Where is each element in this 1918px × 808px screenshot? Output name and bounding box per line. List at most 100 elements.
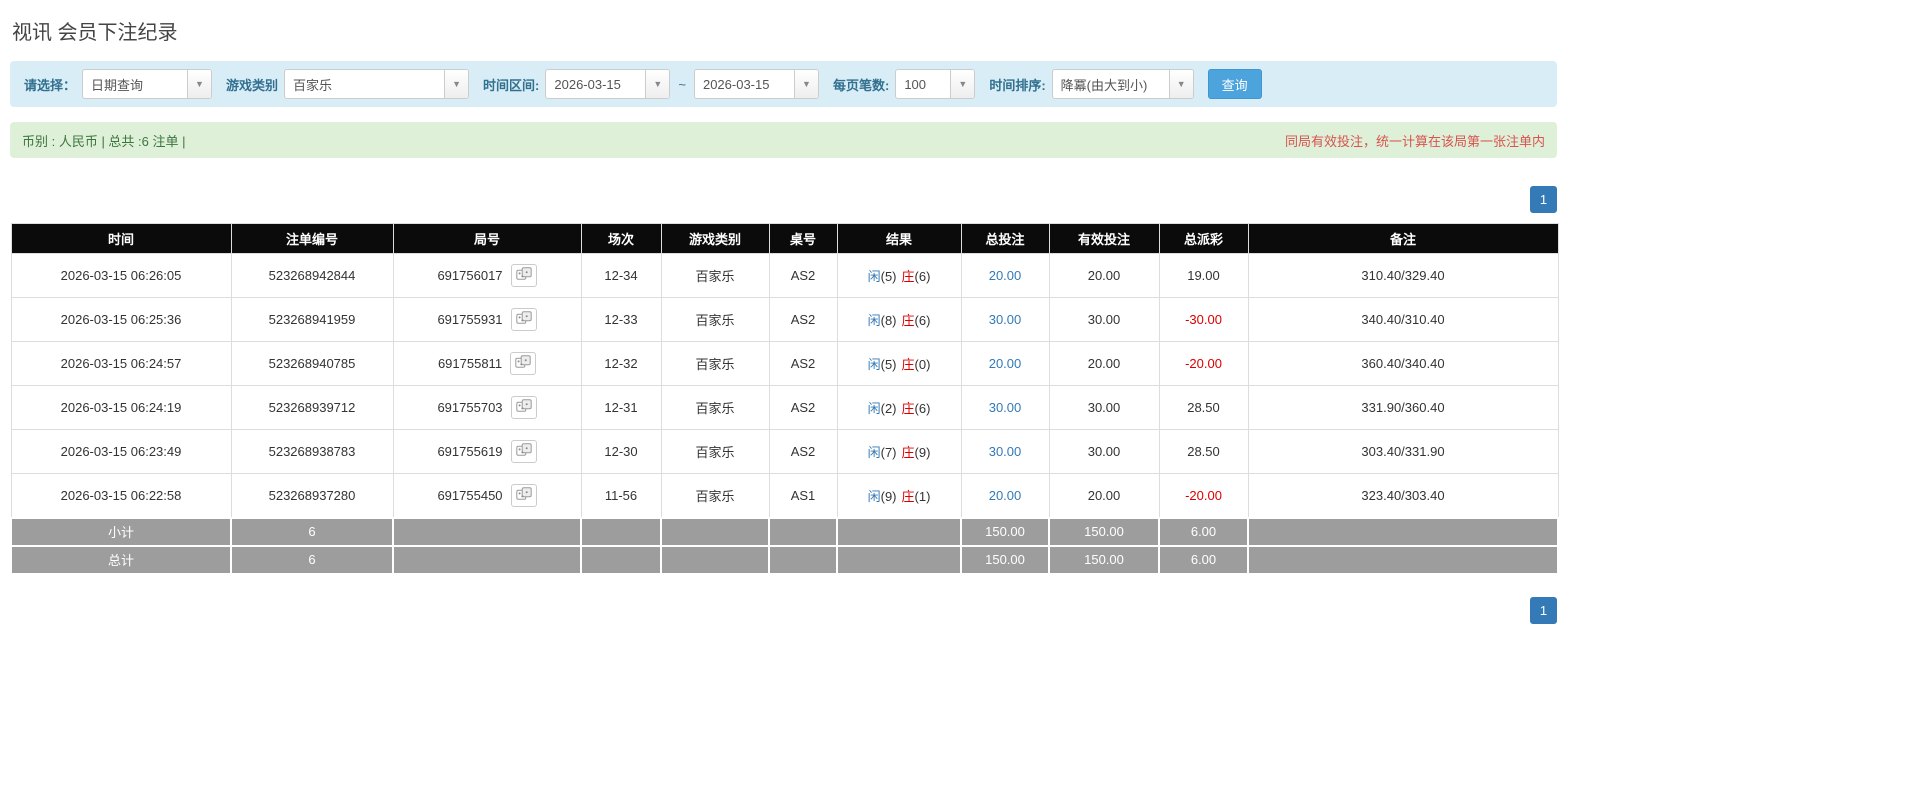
cell-table-no: AS2 — [768, 253, 838, 298]
query-type-label: 请选择： — [24, 77, 77, 93]
result-banker-score: (9) — [914, 445, 931, 460]
sort-select[interactable]: 降冪(由大到小) ▼ — [1051, 69, 1194, 99]
subtotal-label: 小计 — [10, 516, 232, 547]
table-row: 2026-03-15 06:25:36 523268941959 6917559… — [10, 297, 1559, 342]
round-replay-button[interactable] — [510, 264, 537, 287]
cell-game-type: 百家乐 — [660, 473, 770, 518]
chevron-down-icon: ▼ — [444, 70, 469, 98]
round-replay-button[interactable] — [510, 396, 537, 419]
game-type-select[interactable]: 百家乐 ▼ — [284, 69, 470, 99]
footer-empty-cell — [836, 544, 962, 575]
summary-bar: 币别 : 人民币 | 总共 :6 注单 | 同局有效投注，统一计算在该局第一张注… — [10, 122, 1557, 158]
cell-table-no: AS2 — [768, 385, 838, 430]
game-type-value: 百家乐 — [293, 77, 333, 93]
header-result: 结果 — [836, 223, 962, 254]
page-size-select[interactable]: 100 ▼ — [895, 69, 976, 99]
search-button[interactable]: 查询 — [1207, 69, 1262, 99]
total-total-bet: 150.00 — [960, 544, 1050, 575]
dice-icon — [515, 355, 531, 372]
cell-session: 12-33 — [580, 297, 662, 342]
result-banker-score: (0) — [914, 357, 931, 372]
cell-payout: 28.50 — [1158, 385, 1249, 430]
page-1-button[interactable]: 1 — [1530, 596, 1557, 624]
cell-payout: 19.00 — [1158, 253, 1249, 298]
result-player-label: 闲 — [867, 313, 881, 328]
dice-icon — [515, 267, 532, 284]
footer-empty-cell — [580, 544, 662, 575]
page-container: 视讯 会员下注纪录 请选择： 日期查询 ▼ 游戏类别 百家乐 ▼ 时间区间: 2… — [10, 0, 1559, 624]
round-replay-button[interactable] — [510, 483, 537, 507]
table-header-row: 时间 注单编号 局号 场次 游戏类别 桌号 结果 总投注 有效投注 总派彩 备注 — [10, 223, 1559, 254]
cell-session: 12-34 — [580, 253, 662, 298]
total-bet-link[interactable]: 20.00 — [989, 268, 1022, 283]
cell-note: 303.40/331.90 — [1247, 429, 1559, 474]
date-to-select[interactable]: 2026-03-15 ▼ — [693, 69, 819, 99]
total-bet-link[interactable]: 30.00 — [989, 400, 1022, 415]
total-bet-link[interactable]: 30.00 — [989, 444, 1022, 459]
result-banker-score: (1) — [914, 488, 931, 504]
round-replay-button[interactable] — [510, 308, 537, 331]
total-bet-link[interactable]: 30.00 — [989, 312, 1022, 327]
cell-round-id: 691755703 — [392, 385, 582, 430]
cell-total-bet: 30.00 — [960, 297, 1050, 342]
date-from-value: 2026-03-15 — [554, 76, 621, 92]
round-replay-button[interactable] — [510, 440, 537, 463]
total-row: 总计 6 150.00 150.00 6.00 — [10, 544, 1559, 575]
result-player-score: (7) — [880, 445, 897, 460]
round-id-value: 691755703 — [437, 400, 503, 415]
note-text: 同局有效投注，统一计算在该局第一张注单内 — [1284, 133, 1545, 149]
cell-round-id: 691755811 — [392, 341, 582, 386]
cell-payout: -20.00 — [1158, 341, 1249, 386]
cell-payout: -30.00 — [1158, 297, 1249, 342]
cell-result: 闲(7) 庄(9) — [836, 429, 962, 474]
cell-total-bet: 30.00 — [960, 429, 1050, 474]
cell-session: 12-30 — [580, 429, 662, 474]
total-label: 总计 — [10, 544, 232, 575]
cell-round-id: 691756017 — [392, 253, 582, 298]
sort-value: 降冪(由大到小) — [1060, 77, 1148, 93]
cell-round-id: 691755931 — [392, 297, 582, 342]
cell-time: 2026-03-15 06:24:57 — [10, 341, 232, 386]
table-row: 2026-03-15 06:23:49 523268938783 6917556… — [10, 429, 1559, 474]
footer-empty-cell — [1247, 516, 1559, 547]
result-player-label: 闲 — [867, 269, 881, 284]
total-bet-link[interactable]: 20.00 — [989, 488, 1022, 503]
query-type-value: 日期查询 — [91, 77, 144, 93]
cell-time: 2026-03-15 06:26:05 — [10, 253, 232, 298]
round-replay-button[interactable] — [510, 352, 537, 375]
round-id-value: 691756017 — [437, 268, 503, 283]
footer-empty-cell — [836, 516, 962, 547]
total-bet-link[interactable]: 20.00 — [989, 356, 1022, 371]
round-id-value: 691755931 — [437, 312, 503, 327]
result-banker-label: 庄 — [901, 357, 915, 372]
total-payout: 6.00 — [1158, 544, 1249, 575]
result-banker-score: (6) — [914, 313, 931, 328]
header-session: 场次 — [580, 223, 662, 254]
game-type-label: 游戏类别 — [226, 77, 279, 93]
result-player-score: (2) — [880, 401, 897, 416]
cell-game-type: 百家乐 — [660, 429, 770, 474]
page-1-button[interactable]: 1 — [1530, 186, 1557, 213]
page-size-label: 每页笔数: — [832, 77, 890, 93]
cell-total-bet: 20.00 — [960, 473, 1050, 518]
date-from-select[interactable]: 2026-03-15 ▼ — [545, 69, 671, 99]
cell-note: 360.40/340.40 — [1247, 341, 1559, 386]
query-type-select[interactable]: 日期查询 ▼ — [82, 69, 213, 99]
table-row: 2026-03-15 06:24:19 523268939712 6917557… — [10, 385, 1559, 430]
table-row: 2026-03-15 06:26:05 523268942844 6917560… — [10, 253, 1559, 298]
result-player-label: 闲 — [867, 401, 881, 416]
cell-session: 12-31 — [580, 385, 662, 430]
footer-empty-cell — [580, 516, 662, 547]
round-id-value: 691755450 — [437, 487, 503, 503]
result-player-score: (5) — [880, 357, 897, 372]
cell-time: 2026-03-15 06:24:19 — [10, 385, 232, 430]
dice-icon — [515, 311, 532, 328]
header-time: 时间 — [10, 223, 232, 254]
subtotal-payout: 6.00 — [1158, 516, 1249, 547]
total-valid-bet: 150.00 — [1048, 544, 1160, 575]
header-payout: 总派彩 — [1158, 223, 1249, 254]
footer-empty-cell — [660, 516, 770, 547]
result-player-label: 闲 — [867, 357, 881, 372]
chevron-down-icon: ▼ — [793, 70, 818, 98]
total-count: 6 — [230, 544, 394, 575]
